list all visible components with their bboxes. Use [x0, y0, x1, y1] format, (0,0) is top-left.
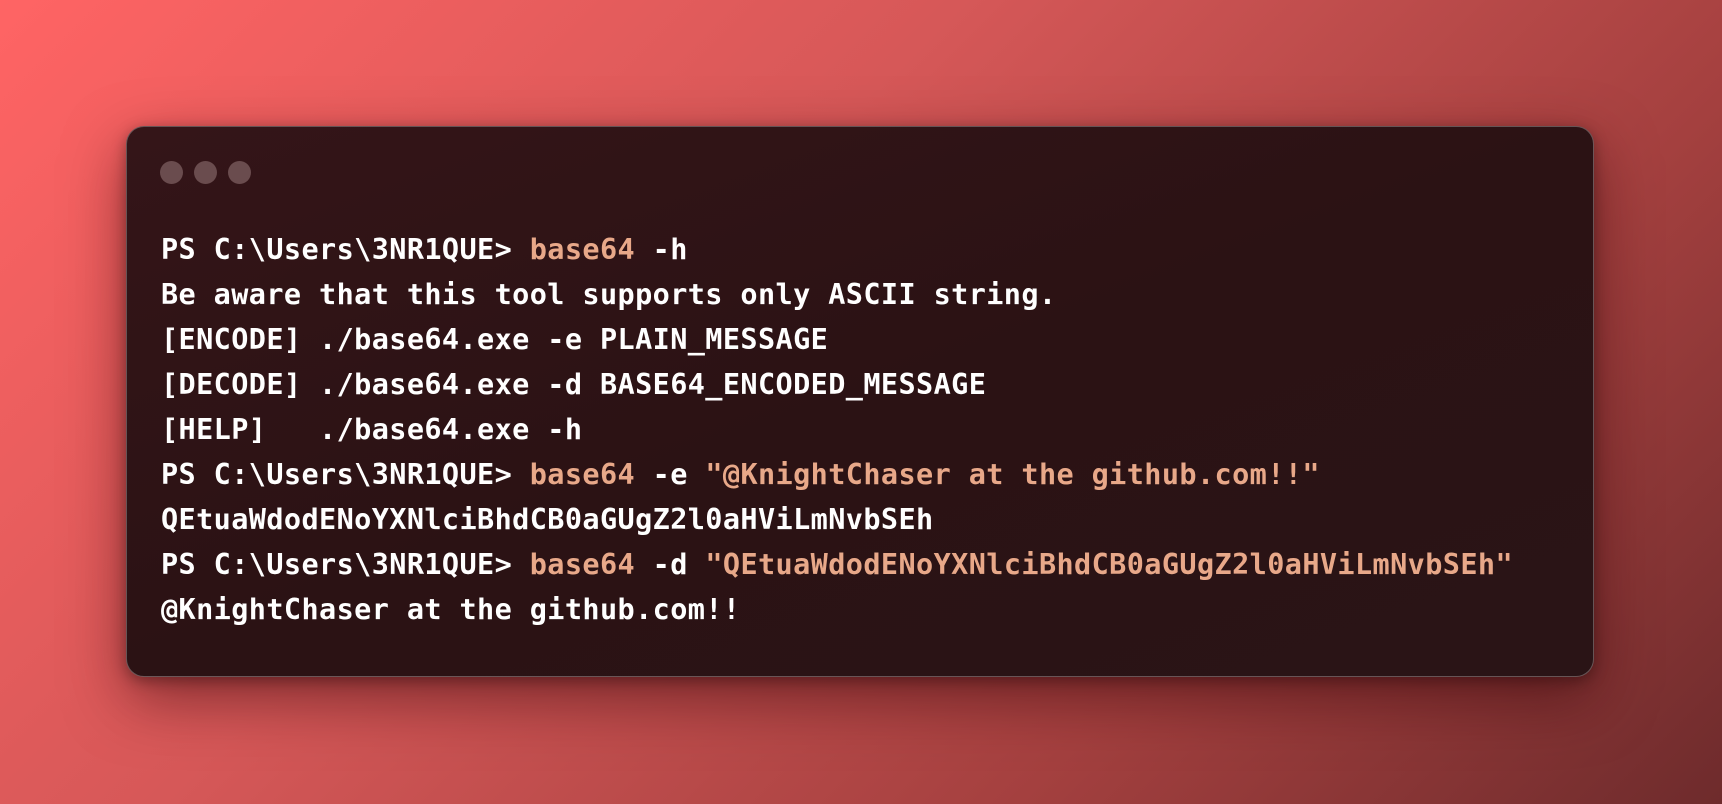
prompt: PS C:\Users\3NR1QUE> — [161, 548, 530, 581]
command-line: PS C:\Users\3NR1QUE> base64 -d "QEtuaWdo… — [161, 542, 1573, 587]
command-string-arg: "QEtuaWdodENoYXNlciBhdCB0aGUgZ2l0aHViLmN… — [705, 548, 1514, 581]
output-line: @KnightChaser at the github.com!! — [161, 593, 741, 626]
output-line: [DECODE] ./base64.exe -d BASE64_ENCODED_… — [161, 368, 987, 401]
command-args: -d — [635, 548, 706, 581]
prompt: PS C:\Users\3NR1QUE> — [161, 233, 530, 266]
command-line: PS C:\Users\3NR1QUE> base64 -h — [161, 227, 1573, 272]
command-name: base64 — [529, 233, 636, 266]
maximize-dot-icon[interactable] — [228, 161, 251, 184]
command-line: PS C:\Users\3NR1QUE> base64 -e "@KnightC… — [161, 452, 1573, 497]
command-name: base64 — [529, 548, 636, 581]
terminal-output[interactable]: PS C:\Users\3NR1QUE> base64 -h Be aware … — [161, 227, 1573, 632]
output-line: QEtuaWdodENoYXNlciBhdCB0aGUgZ2l0aHViLmNv… — [161, 503, 934, 536]
close-dot-icon[interactable] — [160, 161, 183, 184]
command-string-arg: "@KnightChaser at the github.com!!" — [705, 458, 1320, 491]
command-args: -e — [635, 458, 706, 491]
terminal-window: PS C:\Users\3NR1QUE> base64 -h Be aware … — [126, 126, 1594, 677]
minimize-dot-icon[interactable] — [194, 161, 217, 184]
output-line: [HELP] ./base64.exe -h — [161, 413, 583, 446]
output-line: [ENCODE] ./base64.exe -e PLAIN_MESSAGE — [161, 323, 829, 356]
prompt: PS C:\Users\3NR1QUE> — [161, 458, 530, 491]
command-args: -h — [635, 233, 688, 266]
command-name: base64 — [529, 458, 636, 491]
output-line: Be aware that this tool supports only AS… — [161, 278, 1057, 311]
window-controls — [160, 161, 251, 184]
